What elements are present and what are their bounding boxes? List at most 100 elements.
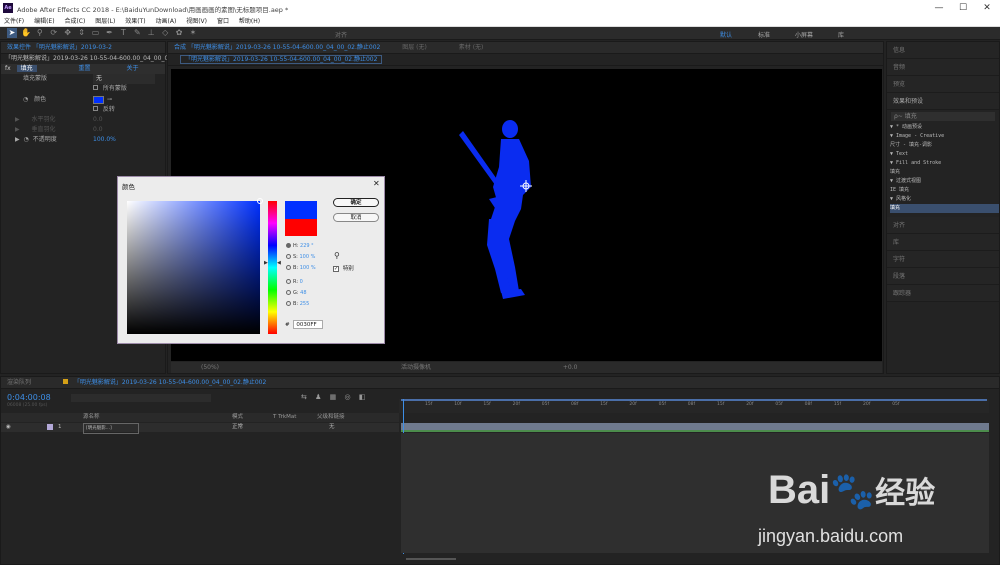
red-value[interactable]: 0 <box>300 279 303 285</box>
layer-name[interactable]: [明光魅影...] <box>83 423 139 434</box>
menu-composition[interactable]: 合成(C) <box>64 16 85 27</box>
arrow-icon[interactable]: ➤ <box>7 28 17 38</box>
effect-controls-tab[interactable]: 效果控件 「明光魅影解说」2019-03-2 <box>1 42 165 54</box>
tree-item[interactable]: ▼ Image - Creative <box>890 132 999 141</box>
eraser-icon[interactable]: ◇ <box>160 28 170 38</box>
tree-item[interactable]: ▼ Fill and Stroke <box>890 159 999 168</box>
col-source-name[interactable]: 源名称 <box>83 413 100 422</box>
v-feather-value[interactable]: 0.0 <box>93 125 103 135</box>
current-time-display[interactable]: 0:04:00:08 <box>7 393 51 402</box>
tree-item[interactable]: ▼ 过渡式视图 <box>890 177 999 186</box>
visibility-eye-icon[interactable]: ◉ <box>6 423 11 432</box>
col-parent[interactable]: 父级和链接 <box>317 413 345 422</box>
menu-help[interactable]: 帮助(H) <box>239 16 260 27</box>
menu-edit[interactable]: 编辑(E) <box>34 16 54 27</box>
ok-button[interactable]: 确定 <box>333 198 379 207</box>
eyedropper-icon[interactable]: ⊸ <box>107 95 112 105</box>
stopwatch-icon[interactable]: ◔ <box>23 96 28 103</box>
saturation-radio[interactable] <box>286 254 291 259</box>
tree-item[interactable]: ▼ 风格化 <box>890 195 999 204</box>
magnification-select[interactable]: (50%) <box>201 364 219 371</box>
dialog-close-button[interactable]: ✕ <box>373 179 380 188</box>
menu-effect[interactable]: 效果(T) <box>125 16 145 27</box>
hex-input[interactable]: 0030FF <box>293 320 324 329</box>
invert-checkbox[interactable] <box>93 106 98 111</box>
expand-icon[interactable]: ▶ <box>15 116 20 123</box>
orbit-icon[interactable]: ⟳ <box>49 28 59 38</box>
menu-window[interactable]: 窗口 <box>217 16 229 27</box>
col-trkmat[interactable]: T TrkMat <box>273 413 296 422</box>
stamp-icon[interactable]: ⊥ <box>146 28 156 38</box>
work-area-bar[interactable] <box>401 399 987 401</box>
web-only-checkbox[interactable]: ✓ <box>333 265 339 272</box>
green-value[interactable]: 48 <box>300 290 306 296</box>
saturation-value[interactable]: 100 % <box>299 254 315 260</box>
effects-search-input[interactable]: ρ~ 填充 <box>891 112 995 121</box>
hue-radio[interactable] <box>286 243 291 248</box>
workspace-standard[interactable]: 标准 <box>758 30 770 39</box>
maximize-button[interactable]: ☐ <box>956 2 970 14</box>
hue-slider[interactable] <box>268 201 277 334</box>
h-feather-value[interactable]: 0.0 <box>93 115 103 125</box>
menu-layer[interactable]: 图层(L) <box>95 16 115 27</box>
col-mode[interactable]: 模式 <box>232 413 243 422</box>
fx-icon[interactable]: fx <box>5 65 11 72</box>
panel-character[interactable]: 字符 <box>887 251 999 268</box>
layer-row[interactable]: ◉ 1 [明光魅影...] 正常 无 <box>1 423 399 434</box>
stopwatch-icon[interactable]: ◔ <box>24 136 29 143</box>
graph-editor-icon[interactable]: ◧ <box>359 393 366 401</box>
cancel-button[interactable]: 取消 <box>333 213 379 222</box>
footage-tab[interactable]: 素材 (无) <box>459 44 484 51</box>
eyedropper-icon[interactable]: ⚲ <box>334 251 340 260</box>
pan-icon[interactable]: ✥ <box>63 28 73 38</box>
green-radio[interactable] <box>286 290 291 295</box>
draft-3d-icon[interactable]: ⇆ <box>301 393 307 401</box>
composition-tab[interactable]: 合成 「明光魅影解说」2019-03-26 10-55-04-600.00_04… <box>174 44 380 51</box>
tree-item[interactable]: ▼ * 动画预设 <box>890 123 999 132</box>
opacity-value[interactable]: 100.0% <box>93 135 116 145</box>
zoom-icon[interactable]: ⚲ <box>35 28 45 38</box>
blue-radio[interactable] <box>286 301 291 306</box>
tree-item[interactable]: ▼ Text <box>890 150 999 159</box>
brush-icon[interactable]: ✎ <box>132 28 142 38</box>
close-button[interactable]: ✕ <box>980 2 994 14</box>
brightness-radio[interactable] <box>286 265 291 270</box>
render-queue-tab[interactable]: 渲染队列 <box>7 379 31 386</box>
roto-icon[interactable]: ✿ <box>174 28 184 38</box>
layer-parent-select[interactable]: 无 <box>329 423 335 432</box>
snap-label[interactable]: 对齐 <box>335 30 347 39</box>
text-icon[interactable]: T <box>118 28 128 38</box>
dolly-icon[interactable]: ⇕ <box>77 28 87 38</box>
all-masks-checkbox[interactable] <box>93 85 98 90</box>
workspace-small[interactable]: 小屏幕 <box>795 30 813 39</box>
expand-icon[interactable]: ▶ <box>15 136 20 143</box>
old-color-preview[interactable] <box>285 219 317 236</box>
panel-effects-presets[interactable]: 效果和预设 <box>887 93 999 110</box>
panel-preview[interactable]: 预览 <box>887 76 999 93</box>
tree-item[interactable]: 尺寸 - 填充-调影 <box>890 141 999 150</box>
active-camera-select[interactable]: 活动摄像机 <box>401 364 431 371</box>
panel-tracker[interactable]: 跟踪器 <box>887 285 999 302</box>
layer-tab[interactable]: 图层 (无) <box>402 44 427 51</box>
blue-value[interactable]: 255 <box>300 301 310 307</box>
rect-icon[interactable]: ▭ <box>91 28 101 38</box>
panel-library[interactable]: 库 <box>887 234 999 251</box>
tree-item-selected[interactable]: 填充 <box>890 204 999 213</box>
effect-name[interactable]: 填充 <box>16 65 37 72</box>
panel-audio[interactable]: 音频 <box>887 59 999 76</box>
composition-subtab[interactable]: 「明光魅影解说」2019-03-26 10-55-04-600.00_04_00… <box>180 55 383 64</box>
workspace-default[interactable]: 默认 <box>720 30 732 39</box>
panel-paragraph[interactable]: 段落 <box>887 268 999 285</box>
puppet-icon[interactable]: ✶ <box>188 28 198 38</box>
panel-align[interactable]: 对齐 <box>887 217 999 234</box>
shy-icon[interactable]: ♟ <box>315 393 321 401</box>
about-link[interactable]: 关于 <box>126 65 138 72</box>
brightness-value[interactable]: 100 % <box>300 265 316 271</box>
red-radio[interactable] <box>286 279 291 284</box>
search-layers-input[interactable] <box>71 394 211 402</box>
menu-view[interactable]: 视图(V) <box>186 16 207 27</box>
layer-duration-bar[interactable] <box>401 423 989 432</box>
pen-icon[interactable]: ✒ <box>104 28 114 38</box>
frame-blend-icon[interactable]: ▦ <box>330 393 337 401</box>
hue-value[interactable]: 229 ° <box>300 243 314 249</box>
